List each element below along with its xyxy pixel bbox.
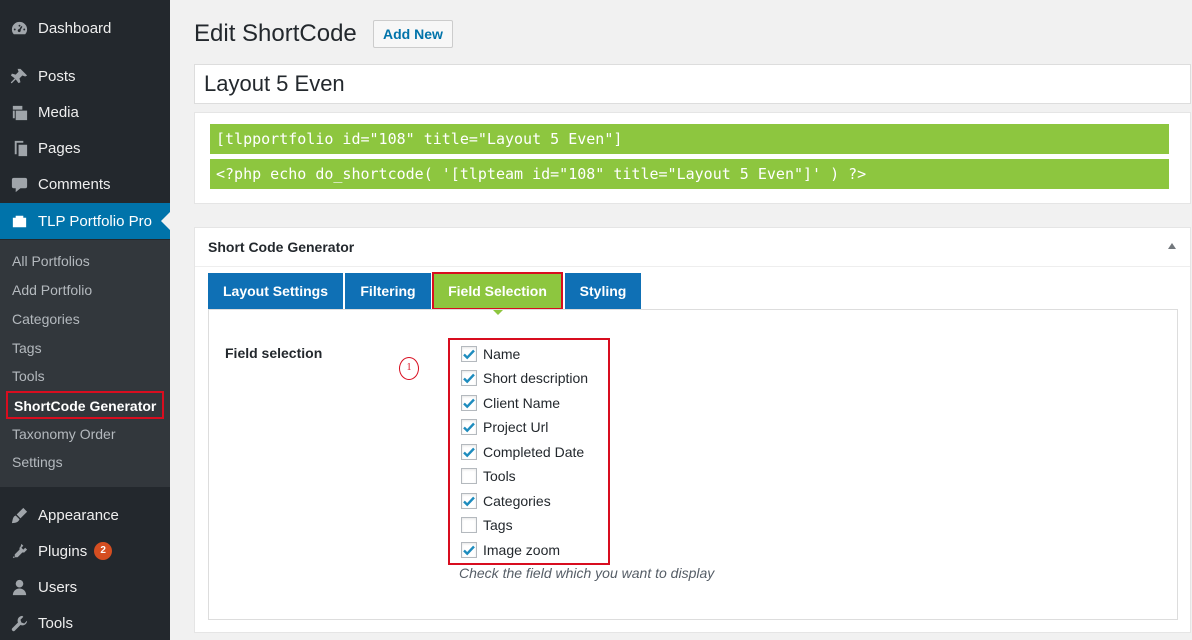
field-selection-label: Field selection — [225, 345, 323, 361]
checkbox[interactable] — [461, 370, 477, 386]
checkmark-icon — [463, 422, 475, 433]
checkbox-label: Project Url — [483, 419, 549, 435]
user-icon — [0, 578, 38, 597]
menu-comments[interactable]: Comments — [0, 166, 170, 202]
checkbox-label: Completed Date — [483, 444, 585, 460]
page-title: Edit ShortCode — [194, 20, 357, 47]
shortcode-text[interactable]: [tlpportfolio id="108" title="Layout 5 E… — [210, 124, 1169, 154]
checkbox[interactable] — [461, 444, 477, 460]
media-icon — [0, 103, 38, 122]
menu-label: TLP Portfolio Pro — [38, 212, 152, 230]
wrench-icon — [0, 614, 38, 633]
page-icon — [0, 139, 38, 158]
tab-styling[interactable]: Styling — [565, 273, 641, 309]
menu-label: Pages — [38, 139, 81, 157]
tab-field-selection[interactable]: Field Selection — [432, 272, 563, 315]
field-checkbox-name[interactable]: Name — [461, 344, 520, 364]
field-checkbox-tags[interactable]: Tags — [461, 515, 513, 535]
checkbox-label: Categories — [483, 493, 551, 509]
pin-icon — [0, 67, 38, 86]
field-checkbox-short-description[interactable]: Short description — [461, 368, 588, 388]
menu-tools[interactable]: Tools — [0, 605, 170, 640]
checkbox-label: Tags — [483, 517, 513, 533]
menu-posts[interactable]: Posts — [0, 58, 170, 94]
menu-users[interactable]: Users — [0, 569, 170, 605]
field-help-text: Check the field which you want to displa… — [459, 565, 715, 581]
postbox-header: Short Code Generator — [195, 228, 1190, 267]
checkmark-icon — [463, 496, 475, 507]
submenu-shortcode-generator[interactable]: ShortCode Generator — [6, 391, 165, 419]
tab-filtering[interactable]: Filtering — [345, 273, 431, 309]
checkbox-label: Image zoom — [483, 542, 561, 558]
submenu-all-portfolios[interactable]: All Portfolios — [12, 250, 90, 272]
checkmark-icon — [463, 447, 475, 458]
checkmark-icon — [463, 545, 475, 556]
php-shortcode-text[interactable]: <?php echo do_shortcode( '[tlpteam id="1… — [210, 159, 1169, 189]
field-checkbox-list: Name Short description Client Name Proje… — [448, 338, 610, 565]
field-checkbox-project-url[interactable]: Project Url — [461, 417, 548, 437]
field-checkbox-tools[interactable]: Tools — [461, 466, 516, 486]
menu-tlp-portfolio-pro[interactable]: TLP Portfolio Pro — [0, 203, 170, 239]
field-checkbox-completed-date[interactable]: Completed Date — [461, 442, 584, 462]
submenu-tags[interactable]: Tags — [12, 337, 42, 359]
menu-media[interactable]: Media — [0, 94, 170, 130]
field-selection-panel: Field selection 1 Name Short description… — [208, 309, 1178, 620]
admin-sidebar: Dashboard Posts Media Pages Comments TLP… — [0, 0, 170, 640]
menu-label: Dashboard — [38, 19, 112, 37]
shortcode-generator-box: Short Code Generator Layout Settings Fil… — [194, 227, 1191, 633]
portfolio-icon — [0, 212, 38, 231]
submenu-taxonomy-order[interactable]: Taxonomy Order — [12, 423, 115, 445]
checkbox-label: Tools — [483, 468, 516, 484]
menu-label: Plugins — [38, 542, 88, 560]
plugin-icon — [0, 542, 38, 561]
checkbox[interactable] — [461, 542, 477, 558]
checkmark-icon — [463, 373, 475, 384]
submenu-settings[interactable]: Settings — [12, 451, 63, 473]
checkbox[interactable] — [461, 395, 477, 411]
checkbox[interactable] — [461, 419, 477, 435]
post-title-input[interactable] — [194, 64, 1191, 104]
checkbox-label: Short description — [483, 370, 589, 386]
menu-dashboard[interactable]: Dashboard — [0, 10, 170, 46]
checkbox-label: Name — [483, 346, 521, 362]
checkbox-label: Client Name — [483, 395, 561, 411]
comment-icon — [0, 175, 38, 194]
add-new-button[interactable]: Add New — [373, 20, 453, 48]
collapse-arrow-icon[interactable] — [1168, 243, 1176, 249]
submenu-add-portfolio[interactable]: Add Portfolio — [12, 279, 92, 301]
checkbox[interactable] — [461, 468, 477, 484]
menu-appearance[interactable]: Appearance — [0, 497, 170, 533]
submenu-tools[interactable]: Tools — [12, 365, 45, 387]
menu-label: Comments — [38, 175, 111, 193]
menu-plugins[interactable]: Plugins 2 — [0, 533, 170, 569]
checkbox[interactable] — [461, 493, 477, 509]
brush-icon — [0, 506, 38, 525]
menu-pages[interactable]: Pages — [0, 130, 170, 166]
main-content: Edit ShortCode Add New [tlpportfolio id=… — [170, 0, 1192, 640]
menu-label: Appearance — [38, 506, 119, 524]
checkbox[interactable] — [461, 346, 477, 362]
menu-label: Media — [38, 103, 79, 121]
shortcode-box: [tlpportfolio id="108" title="Layout 5 E… — [194, 112, 1191, 204]
portfolio-submenu: All Portfolios Add Portfolio Categories … — [0, 240, 170, 487]
menu-label: Users — [38, 578, 78, 596]
tab-layout-settings[interactable]: Layout Settings — [208, 273, 343, 309]
field-checkbox-categories[interactable]: Categories — [461, 491, 551, 511]
menu-label: Posts — [38, 67, 76, 85]
postbox-title: Short Code Generator — [208, 239, 355, 255]
dashboard-icon — [0, 19, 38, 38]
step-marker: 1 — [399, 357, 419, 380]
checkbox[interactable] — [461, 517, 477, 533]
submenu-categories[interactable]: Categories — [12, 308, 80, 330]
field-checkbox-image-zoom[interactable]: Image zoom — [461, 540, 560, 560]
menu-label: Tools — [38, 614, 74, 632]
checkmark-icon — [463, 349, 475, 360]
field-checkbox-client-name[interactable]: Client Name — [461, 393, 560, 413]
plugin-update-badge: 2 — [94, 542, 113, 560]
checkmark-icon — [463, 398, 475, 409]
